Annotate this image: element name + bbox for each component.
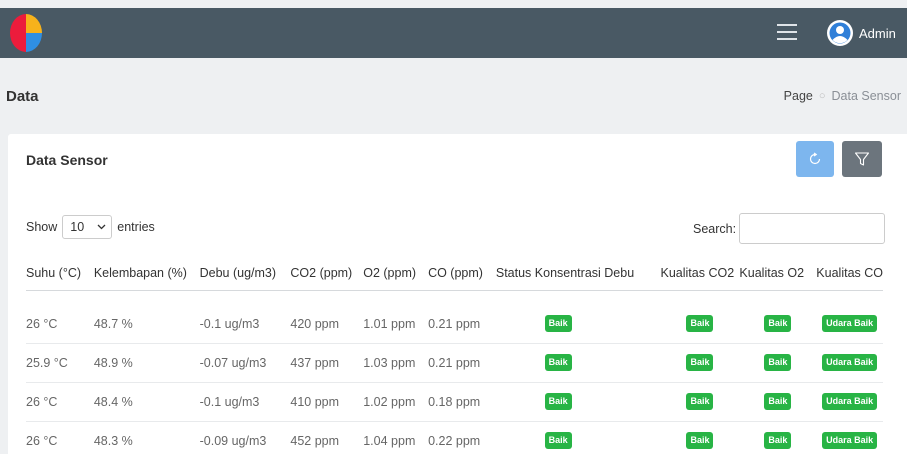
table-cell: 48.4 % <box>93 382 200 422</box>
hamburger-icon[interactable] <box>777 24 797 40</box>
table-cell: 437 ppm <box>290 343 364 383</box>
table-cell: -0.09 ug/m3 <box>199 421 291 454</box>
table-cell: Baik <box>660 382 740 422</box>
table-cell: 26 °C <box>26 421 94 454</box>
table-cell: 48.9 % <box>93 343 200 383</box>
table-cell: Baik <box>739 382 817 422</box>
entries-label: entries <box>117 220 155 234</box>
status-badge: Baik <box>764 354 792 371</box>
table-cell: 1.03 ppm <box>363 343 429 383</box>
status-badge: Baik <box>686 315 714 332</box>
status-badge: Baik <box>764 315 792 332</box>
refresh-button[interactable] <box>796 141 834 177</box>
table-cell: 48.7 % <box>93 290 200 344</box>
table-cell: 0.21 ppm <box>428 290 496 344</box>
table-cell: Baik <box>495 382 661 422</box>
table-cell: Baik <box>660 290 740 344</box>
status-badge: Baik <box>686 393 714 410</box>
breadcrumb-separator: ○ <box>818 90 826 102</box>
table-cell: Baik <box>495 290 661 344</box>
chevron-down-icon <box>97 224 106 230</box>
show-entries-control: Show 10 entries <box>26 215 155 239</box>
filter-icon <box>854 152 870 166</box>
table-cell: Baik <box>495 343 661 383</box>
status-badge: Baik <box>764 432 792 449</box>
table-cell: 1.04 ppm <box>363 421 429 454</box>
user-menu[interactable]: Admin <box>826 18 896 48</box>
status-badge: Udara Baik <box>822 354 878 371</box>
table-cell: Baik <box>660 421 740 454</box>
table-cell: 0.21 ppm <box>428 343 496 383</box>
column-header[interactable]: Kualitas CO2 <box>660 256 740 291</box>
table-row: 26 °C 48.3 % -0.09 ug/m3 452 ppm 1.04 pp… <box>26 421 883 454</box>
status-badge: Baik <box>544 393 572 410</box>
breadcrumb-item-page[interactable]: Page <box>784 89 813 103</box>
table-header-row: Suhu (°C) Kelembapan (%) Debu (ug/m3) CO… <box>26 256 883 291</box>
column-header[interactable]: Debu (ug/m3) <box>199 256 291 291</box>
column-header[interactable]: Kualitas CO <box>816 256 883 291</box>
table-cell: 1.01 ppm <box>363 290 429 344</box>
table-cell: Baik <box>495 421 661 454</box>
breadcrumb: Page ○ Data Sensor <box>784 89 901 103</box>
user-avatar-icon <box>827 20 853 46</box>
column-header[interactable]: Kualitas O2 <box>739 256 817 291</box>
table-row: 26 °C 48.7 % -0.1 ug/m3 420 ppm 1.01 ppm… <box>26 290 883 344</box>
column-header[interactable]: O2 (ppm) <box>363 256 429 291</box>
status-badge: Baik <box>686 354 714 371</box>
table-row: 25.9 °C 48.9 % -0.07 ug/m3 437 ppm 1.03 … <box>26 343 883 383</box>
table-cell: 26 °C <box>26 382 94 422</box>
table-cell: Baik <box>739 343 817 383</box>
refresh-icon <box>809 152 821 165</box>
column-header[interactable]: CO2 (ppm) <box>290 256 364 291</box>
page-title: Data <box>6 88 39 105</box>
table-cell: 0.18 ppm <box>428 382 496 422</box>
table-cell: 452 ppm <box>290 421 364 454</box>
table-cell: Udara Baik <box>816 382 883 422</box>
status-badge: Udara Baik <box>822 393 878 410</box>
sensor-data-table: Suhu (°C) Kelembapan (%) Debu (ug/m3) CO… <box>26 256 883 454</box>
status-badge: Udara Baik <box>822 432 878 449</box>
status-badge: Baik <box>764 393 792 410</box>
card-title: Data Sensor <box>26 152 108 168</box>
show-label: Show <box>26 220 58 234</box>
table-cell: 48.3 % <box>93 421 200 454</box>
table-cell: 25.9 °C <box>26 343 94 383</box>
column-header[interactable]: Kelembapan (%) <box>93 256 200 291</box>
search-input[interactable] <box>739 213 886 244</box>
entries-select[interactable]: 10 <box>62 215 113 239</box>
status-badge: Baik <box>544 432 572 449</box>
table-cell: Baik <box>739 421 817 454</box>
table-cell: 26 °C <box>26 290 94 344</box>
status-badge: Udara Baik <box>822 315 878 332</box>
app-logo[interactable] <box>8 11 44 55</box>
search-label: Search: <box>693 221 737 236</box>
column-header[interactable]: CO (ppm) <box>428 256 496 291</box>
status-badge: Baik <box>544 315 572 332</box>
table-cell: Udara Baik <box>816 343 883 383</box>
filter-button[interactable] <box>842 141 882 177</box>
page-header: Data Page ○ Data Sensor <box>0 58 907 134</box>
user-name: Admin <box>859 25 896 41</box>
breadcrumb-item-current: Data Sensor <box>831 89 901 103</box>
column-header[interactable]: Status Konsentrasi Debu <box>495 256 661 291</box>
data-sensor-card: Data Sensor Show 10 entries Search: Suhu… <box>8 134 907 454</box>
table-row: 26 °C 48.4 % -0.1 ug/m3 410 ppm 1.02 ppm… <box>26 382 883 422</box>
table-cell: Baik <box>660 343 740 383</box>
column-header[interactable]: Suhu (°C) <box>26 256 94 291</box>
table-cell: Udara Baik <box>816 421 883 454</box>
table-cell: 0.22 ppm <box>428 421 496 454</box>
status-badge: Baik <box>686 432 714 449</box>
entries-select-value: 10 <box>70 220 85 234</box>
top-navbar: Admin <box>0 8 907 58</box>
table-cell: Baik <box>739 290 817 344</box>
search-control: Search: <box>693 213 886 244</box>
status-badge: Baik <box>544 354 572 371</box>
table-cell: 1.02 ppm <box>363 382 429 422</box>
table-cell: -0.1 ug/m3 <box>199 290 291 344</box>
table-cell: 410 ppm <box>290 382 364 422</box>
table-cell: 420 ppm <box>290 290 364 344</box>
table-cell: Udara Baik <box>816 290 883 344</box>
table-cell: -0.07 ug/m3 <box>199 343 291 383</box>
table-cell: -0.1 ug/m3 <box>199 382 291 422</box>
